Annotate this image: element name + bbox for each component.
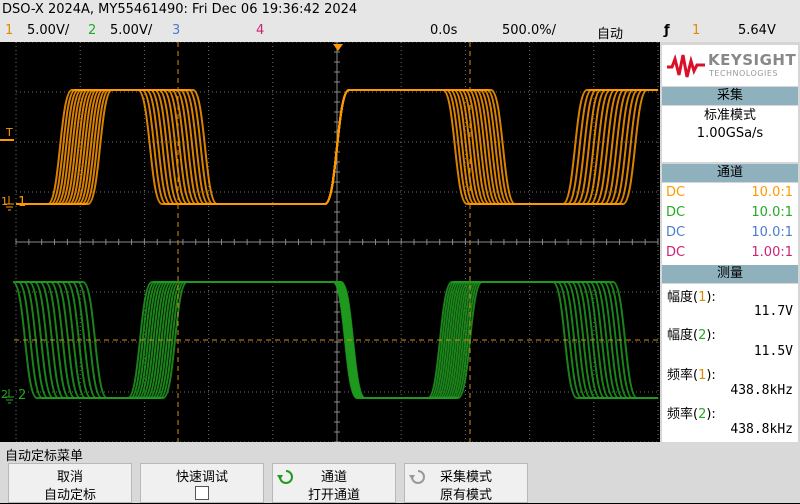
softkey-value: 打开通道 — [307, 488, 360, 503]
channel-probe: 1.00:1 — [751, 245, 793, 260]
trigger-level-marker[interactable]: T — [5, 126, 13, 139]
quick-debug-checkbox[interactable] — [141, 484, 263, 504]
measure-value: 11.5V — [753, 344, 793, 359]
softkey-label: 取消 — [56, 470, 83, 485]
measure-label: 幅度(1): — [667, 290, 716, 305]
channel-coupling: DC — [666, 225, 686, 240]
acquire-box[interactable]: 标准模式 1.00GSa/s — [662, 106, 798, 162]
softkey-label: 通道 — [320, 470, 347, 485]
acquire-mode-button[interactable]: 采集模式 原有模式 — [404, 463, 528, 503]
ch1-ground-number: 1 — [1, 195, 8, 208]
keysight-wave-icon — [667, 53, 705, 78]
softkey-value: 原有模式 — [439, 488, 492, 503]
channel-coupling: DC — [666, 185, 686, 200]
channel-row: DC 10.0:1 — [662, 223, 798, 243]
trigger-level[interactable]: 5.64V — [738, 23, 776, 38]
measure-label: 频率(2): — [667, 407, 716, 422]
ch1-scale[interactable]: 5.00V/ — [27, 23, 69, 38]
info-panel: KEYSIGHT TECHNOLOGIES 采集 标准模式 1.00GSa/s … — [660, 42, 800, 442]
ch1-ground-marker[interactable]: 1 1 — [1, 195, 26, 211]
channel-coupling: DC — [666, 205, 686, 220]
measure-box[interactable]: 幅度(1): 11.7V 幅度(2): 11.5V 频率(1): 438.8kH… — [662, 284, 798, 442]
channels-header: 通道 — [662, 164, 798, 182]
acquire-mode: 标准模式 — [703, 108, 756, 123]
channel-coupling: DC — [666, 245, 686, 260]
measure-label: 幅度(2): — [667, 328, 716, 343]
ch2-scale[interactable]: 5.00V/ — [110, 23, 152, 38]
channel-row: DC 10.0:1 — [662, 203, 798, 223]
waveform-svg: T 1 1 2 2 — [0, 42, 659, 442]
ch1-number: 1 — [5, 23, 14, 38]
softkey-value: 自动定标 — [43, 488, 96, 503]
logo-sub: TECHNOLOGIES — [709, 69, 778, 78]
channel-probe: 10.0:1 — [751, 225, 793, 240]
timebase-scale[interactable]: 500.0%/ — [502, 23, 556, 38]
trigger-slope-icon: ƒ — [664, 23, 670, 38]
ch2-waveform — [12, 281, 658, 399]
menu-title: 自动定标菜单 — [5, 449, 84, 464]
time-delay[interactable]: 0.0s — [430, 23, 457, 38]
channel-probe: 10.0:1 — [751, 185, 793, 200]
logo-brand: KEYSIGHT — [708, 51, 797, 69]
ch2-ground-number: 2 — [1, 388, 8, 401]
softkey-menu: 自动定标菜单 取消 自动定标 快速调试 通道 打开通道 采集模式 原有模式 — [0, 442, 800, 503]
ch2-label: 2 — [18, 388, 26, 403]
softkey-label: 采集模式 — [439, 470, 492, 485]
ch2-number: 2 — [88, 23, 97, 38]
instrument-title: DSO-X 2024A, MY55461490: Fri Dec 06 19:3… — [2, 2, 358, 17]
softkey-label: 快速调试 — [175, 470, 228, 485]
channel-probe: 10.0:1 — [751, 205, 793, 220]
ch2-trace — [12, 281, 658, 399]
measure-label: 频率(1): — [667, 368, 716, 383]
channel-row: DC 1.00:1 — [662, 243, 798, 263]
trigger-mode[interactable]: 自动 — [597, 23, 623, 42]
channels-button[interactable]: 通道 打开通道 — [272, 463, 396, 503]
graticule — [15, 42, 659, 442]
measure-value: 438.8kHz — [730, 383, 793, 398]
keysight-logo: KEYSIGHT TECHNOLOGIES — [662, 45, 798, 86]
measure-value: 438.8kHz — [730, 422, 793, 437]
cancel-autoscale-button[interactable]: 取消 自动定标 — [8, 463, 132, 503]
measure-value: 11.7V — [753, 304, 793, 319]
ch2-ground-marker[interactable]: 2 2 — [1, 388, 26, 404]
status-bar: DSO-X 2024A, MY55461490: Fri Dec 06 19:3… — [0, 0, 800, 42]
sample-rate: 1.00GSa/s — [696, 126, 764, 141]
measure-header: 测量 — [662, 265, 798, 283]
trigger-position-icon[interactable] — [333, 44, 343, 51]
trigger-source: 1 — [692, 23, 701, 38]
ch3-number: 3 — [172, 23, 181, 38]
waveform-display[interactable]: T 1 1 2 2 — [0, 42, 660, 442]
ch4-number: 4 — [256, 23, 265, 38]
channels-box[interactable]: DC 10.0:1 DC 10.0:1 DC 10.0:1 DC 1.00:1 — [662, 183, 798, 265]
channel-row: DC 10.0:1 — [662, 183, 798, 203]
acquire-header: 采集 — [662, 87, 798, 105]
ch1-label: 1 — [18, 195, 26, 210]
quick-debug-button[interactable]: 快速调试 — [140, 463, 264, 503]
